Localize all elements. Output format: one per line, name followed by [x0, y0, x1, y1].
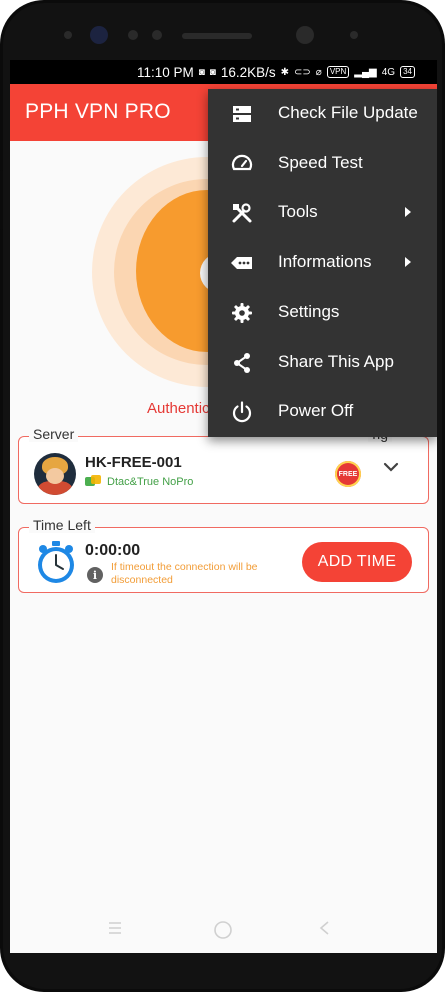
home-nav-icon[interactable]: [212, 919, 234, 941]
app-screen: 11:10 PM ◙ ◙ 16.2KB/s ✱ ⊂⊃ ⌀ VPN ▂▄▆ 4G …: [10, 60, 437, 953]
gear-icon: [232, 302, 252, 323]
server-network: Dtac&True NoPro: [107, 476, 194, 488]
notification-icon: ◙: [209, 66, 216, 78]
notification-icon: ◙: [198, 66, 205, 78]
tools-icon: [232, 203, 252, 223]
menu-nav-icon[interactable]: [106, 919, 124, 937]
menu-label: Settings: [278, 301, 340, 321]
menu-item-check-file-update[interactable]: Check File Update: [208, 89, 437, 139]
status-time: 11:10 PM: [136, 64, 194, 80]
battery-icon: 34: [400, 66, 415, 78]
front-camera: [90, 26, 108, 44]
sensor: [152, 30, 162, 40]
time-left-card: Time Left 0:00:00 i If timeout the conne…: [18, 517, 429, 593]
signal-icon: ▂▄▆: [354, 66, 377, 78]
status-speed: 16.2KB/s: [220, 64, 276, 80]
share-icon: [234, 352, 250, 373]
menu-label: Share This App: [278, 351, 394, 371]
server-card[interactable]: Server ng HK-FREE-001 Dtac&True NoPro FR…: [18, 426, 429, 504]
sensor: [128, 30, 138, 40]
server-avatar: [34, 453, 76, 495]
menu-label: Power Off: [278, 401, 354, 421]
network-icon: [85, 475, 103, 487]
menu-label: Speed Test: [278, 152, 363, 172]
power-icon: [232, 401, 252, 423]
link-icon: ⊂⊃: [294, 66, 311, 78]
vpn-icon: VPN: [326, 66, 350, 78]
network-type-icon: 4G: [381, 66, 396, 78]
sensor: [296, 26, 314, 44]
menu-label: Tools: [278, 202, 318, 222]
time-card-label: Time Left: [29, 517, 95, 533]
menu-label: Check File Update: [278, 103, 418, 122]
earpiece-speaker: [182, 33, 252, 39]
submenu-arrow-icon: [405, 207, 411, 218]
add-time-button[interactable]: ADD TIME: [302, 542, 412, 582]
stopwatch-icon: [38, 541, 74, 583]
mute-icon: ⌀: [315, 66, 322, 78]
menu-item-settings[interactable]: Settings: [208, 288, 437, 338]
menu-label: Informations: [278, 252, 372, 272]
menu-item-share-this-app[interactable]: Share This App: [208, 338, 437, 388]
speedometer-icon: [231, 154, 253, 170]
menu-item-informations[interactable]: Informations: [208, 238, 437, 288]
info-icon: i: [87, 567, 103, 583]
submenu-arrow-icon: [405, 257, 411, 268]
server-name: HK-FREE-001: [85, 454, 182, 471]
sensor: [350, 31, 358, 39]
server-card-label: Server: [29, 426, 79, 442]
sensor: [64, 31, 72, 39]
bluetooth-icon: ✱: [280, 66, 290, 78]
file-update-icon: [233, 106, 251, 122]
free-badge: FREE: [335, 461, 361, 487]
menu-item-tools[interactable]: Tools: [208, 188, 437, 238]
timeout-note: If timeout the connection will be discon…: [111, 561, 258, 586]
menu-item-speed-test[interactable]: Speed Test: [208, 139, 437, 189]
chevron-down-icon[interactable]: [381, 457, 401, 477]
menu-item-power-off[interactable]: Power Off: [208, 387, 437, 437]
app-title: PPH VPN PRO: [25, 100, 171, 123]
back-nav-icon[interactable]: [316, 919, 334, 937]
overflow-menu: Check File Update Speed Test Tools Infor…: [208, 89, 437, 437]
info-tag-icon: [231, 257, 252, 270]
phone-frame: 11:10 PM ◙ ◙ 16.2KB/s ✱ ⊂⊃ ⌀ VPN ▂▄▆ 4G …: [0, 0, 445, 992]
volume-button: [0, 170, 3, 230]
status-bar: 11:10 PM ◙ ◙ 16.2KB/s ✱ ⊂⊃ ⌀ VPN ▂▄▆ 4G …: [10, 60, 437, 84]
time-left-value: 0:00:00: [85, 542, 141, 559]
system-nav-bar: [10, 903, 437, 953]
